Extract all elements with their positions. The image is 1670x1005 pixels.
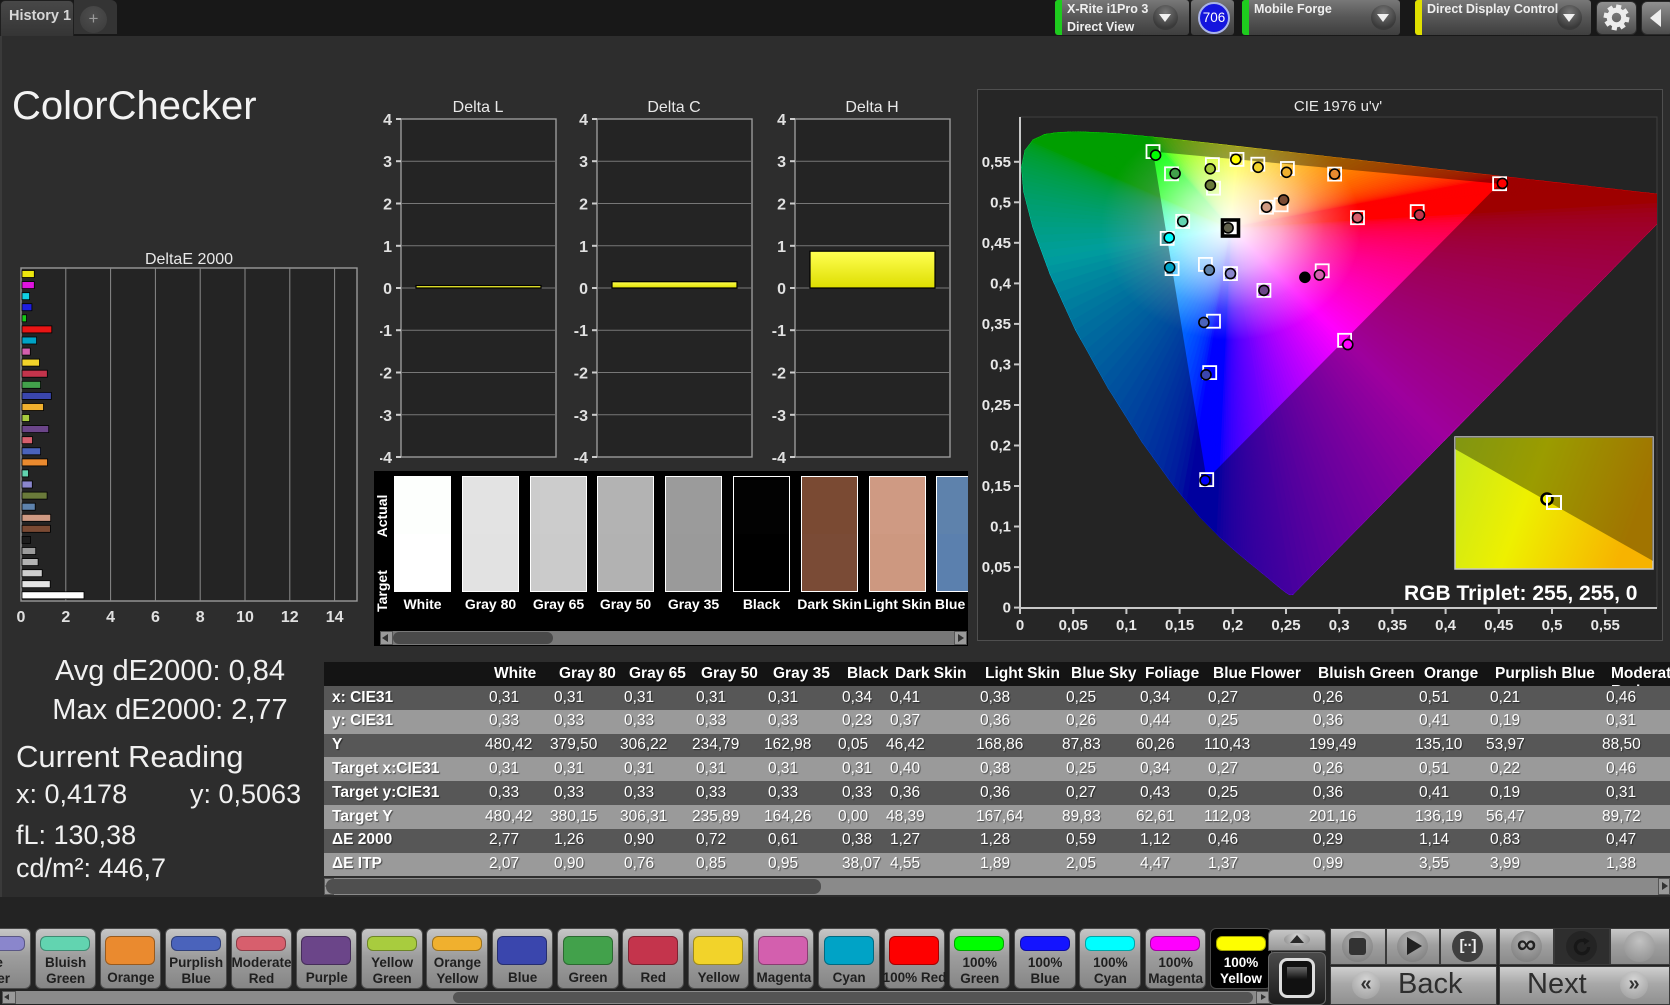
svg-text:0,55: 0,55	[982, 154, 1011, 171]
svg-text:3: 3	[777, 154, 786, 171]
svg-text:0,05: 0,05	[1059, 617, 1088, 634]
svg-text:2: 2	[777, 197, 786, 214]
svg-text:-1: -1	[574, 323, 588, 340]
svg-text:1: 1	[383, 239, 392, 256]
svg-text:-3: -3	[772, 408, 786, 425]
svg-text:-2: -2	[380, 366, 392, 383]
svg-text:0,4: 0,4	[990, 275, 1012, 292]
svg-text:-3: -3	[380, 408, 392, 425]
svg-text:0,2: 0,2	[990, 438, 1011, 455]
svg-text:0,1: 0,1	[1116, 617, 1137, 634]
svg-text:RGB Triplet: 255, 255, 0: RGB Triplet: 255, 255, 0	[1404, 582, 1637, 605]
svg-text:-4: -4	[574, 450, 588, 467]
svg-text:0,5: 0,5	[990, 194, 1011, 211]
svg-text:4: 4	[777, 112, 786, 129]
svg-text:1: 1	[579, 239, 588, 256]
svg-text:DeltaE 2000: DeltaE 2000	[145, 251, 233, 268]
svg-text:0,15: 0,15	[1165, 617, 1194, 634]
svg-text:-4: -4	[380, 450, 392, 467]
svg-text:0,45: 0,45	[1484, 617, 1513, 634]
svg-text:-2: -2	[574, 366, 588, 383]
svg-text:0,25: 0,25	[1271, 617, 1300, 634]
svg-text:12: 12	[281, 609, 299, 626]
svg-text:Delta H: Delta H	[845, 99, 898, 116]
svg-text:2: 2	[579, 197, 588, 214]
svg-text:CIE 1976 u'v': CIE 1976 u'v'	[1294, 98, 1382, 115]
svg-text:0: 0	[383, 281, 392, 298]
svg-text:-3: -3	[574, 408, 588, 425]
svg-text:0: 0	[1003, 600, 1011, 617]
svg-text:0,3: 0,3	[990, 356, 1011, 373]
svg-text:10: 10	[236, 609, 254, 626]
svg-text:0,25: 0,25	[982, 397, 1011, 414]
svg-text:4: 4	[106, 609, 115, 626]
svg-text:0,2: 0,2	[1222, 617, 1243, 634]
svg-text:Delta L: Delta L	[453, 99, 504, 116]
svg-text:0,3: 0,3	[1329, 617, 1350, 634]
svg-text:0,05: 0,05	[982, 559, 1011, 576]
svg-text:-1: -1	[380, 323, 392, 340]
svg-text:2: 2	[383, 197, 392, 214]
svg-text:0: 0	[1016, 617, 1024, 634]
svg-text:0,15: 0,15	[982, 478, 1011, 495]
svg-text:Delta C: Delta C	[647, 99, 700, 116]
svg-text:3: 3	[383, 154, 392, 171]
svg-text:0,35: 0,35	[982, 316, 1011, 333]
svg-text:0,55: 0,55	[1591, 617, 1620, 634]
svg-text:1: 1	[777, 239, 786, 256]
svg-text:0,35: 0,35	[1378, 617, 1407, 634]
svg-text:4: 4	[579, 112, 588, 129]
svg-text:0,5: 0,5	[1542, 617, 1563, 634]
svg-text:6: 6	[151, 609, 160, 626]
svg-text:3: 3	[579, 154, 588, 171]
svg-text:14: 14	[326, 609, 344, 626]
svg-text:0,45: 0,45	[982, 235, 1011, 252]
svg-text:2: 2	[61, 609, 70, 626]
svg-text:0: 0	[17, 609, 26, 626]
svg-text:-1: -1	[772, 323, 786, 340]
svg-text:0,4: 0,4	[1435, 617, 1457, 634]
svg-text:4: 4	[383, 112, 392, 129]
svg-text:8: 8	[196, 609, 205, 626]
svg-text:-2: -2	[772, 366, 786, 383]
svg-text:-4: -4	[772, 450, 786, 467]
svg-text:0: 0	[777, 281, 786, 298]
svg-text:0: 0	[579, 281, 588, 298]
svg-text:0,1: 0,1	[990, 519, 1011, 536]
